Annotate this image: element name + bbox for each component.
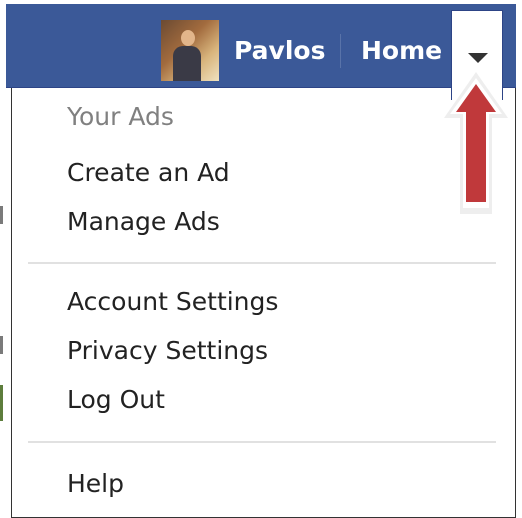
account-dropdown-menu: Your Ads Create an Ad Manage Ads Account… xyxy=(11,88,516,518)
background-page-edge xyxy=(0,206,3,224)
menu-item-log-out[interactable]: Log Out xyxy=(67,383,165,417)
up-arrow-icon xyxy=(444,72,508,214)
menu-item-privacy-settings[interactable]: Privacy Settings xyxy=(67,334,268,368)
menu-item-manage-ads[interactable]: Manage Ads xyxy=(67,205,220,239)
nav-divider xyxy=(340,34,341,68)
top-navigation-bar: Pavlos Home xyxy=(6,4,516,88)
avatar[interactable] xyxy=(161,20,219,81)
menu-section-header-your-ads: Your Ads xyxy=(67,102,174,131)
menu-separator xyxy=(28,441,496,443)
profile-link[interactable]: Pavlos xyxy=(234,34,325,68)
avatar-body-shape xyxy=(173,46,201,81)
chevron-down-icon xyxy=(468,53,488,63)
avatar-head-shape xyxy=(181,30,195,46)
menu-item-create-ad[interactable]: Create an Ad xyxy=(67,156,230,190)
home-link[interactable]: Home xyxy=(361,34,442,68)
menu-item-help[interactable]: Help xyxy=(67,467,124,501)
background-page-edge xyxy=(0,336,3,354)
menu-item-account-settings[interactable]: Account Settings xyxy=(67,285,278,319)
menu-separator xyxy=(28,262,496,264)
background-page-edge xyxy=(0,385,3,421)
